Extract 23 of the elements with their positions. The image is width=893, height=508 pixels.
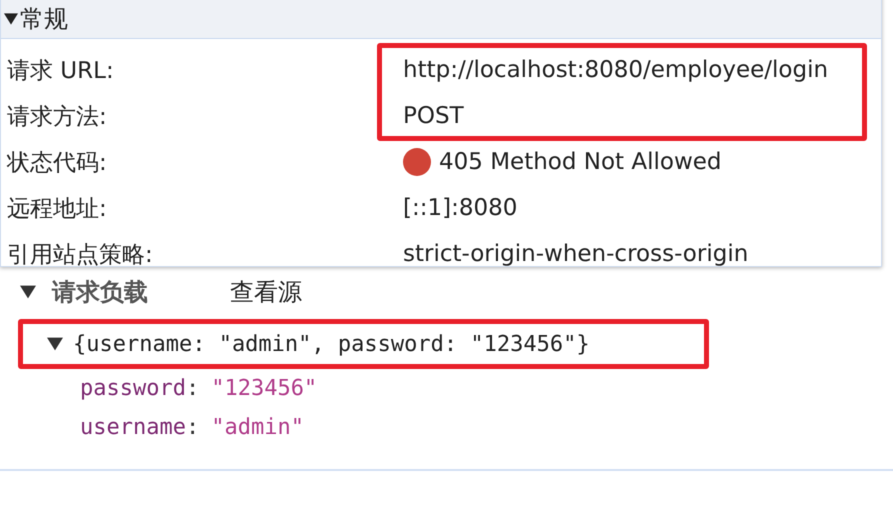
section-title: 常规	[20, 4, 68, 35]
view-source-link[interactable]: 查看源	[230, 276, 302, 308]
field-value: http://localhost:8080/employee/login	[403, 57, 828, 83]
section-title: 请求负载	[52, 277, 148, 308]
property-value: "123456"	[211, 376, 318, 401]
object-preview: {username: "admin", password: "123456"}	[73, 332, 590, 356]
field-label: 状态代码:	[6, 148, 108, 178]
field-value: POST	[403, 103, 464, 129]
property-key: username	[80, 415, 186, 440]
payload-summary[interactable]: {username: "admin", password: "123456"}	[18, 319, 709, 369]
colon: :	[186, 415, 200, 440]
field-label: 请求 URL:	[6, 56, 115, 86]
field-label: 请求方法:	[6, 102, 108, 132]
field-value: strict-origin-when-cross-origin	[403, 241, 748, 267]
field-value: 405 Method Not Allowed	[439, 149, 722, 175]
field-label: 远程地址:	[6, 194, 108, 224]
field-label: 引用站点策略:	[6, 240, 154, 270]
field-value: [::1]:8080	[403, 195, 518, 221]
property-key: password	[80, 376, 186, 401]
property-value: "admin"	[211, 415, 304, 440]
colon: :	[186, 376, 200, 401]
section-header[interactable]: 常规	[1, 0, 881, 39]
triangle-icon[interactable]	[20, 284, 36, 300]
